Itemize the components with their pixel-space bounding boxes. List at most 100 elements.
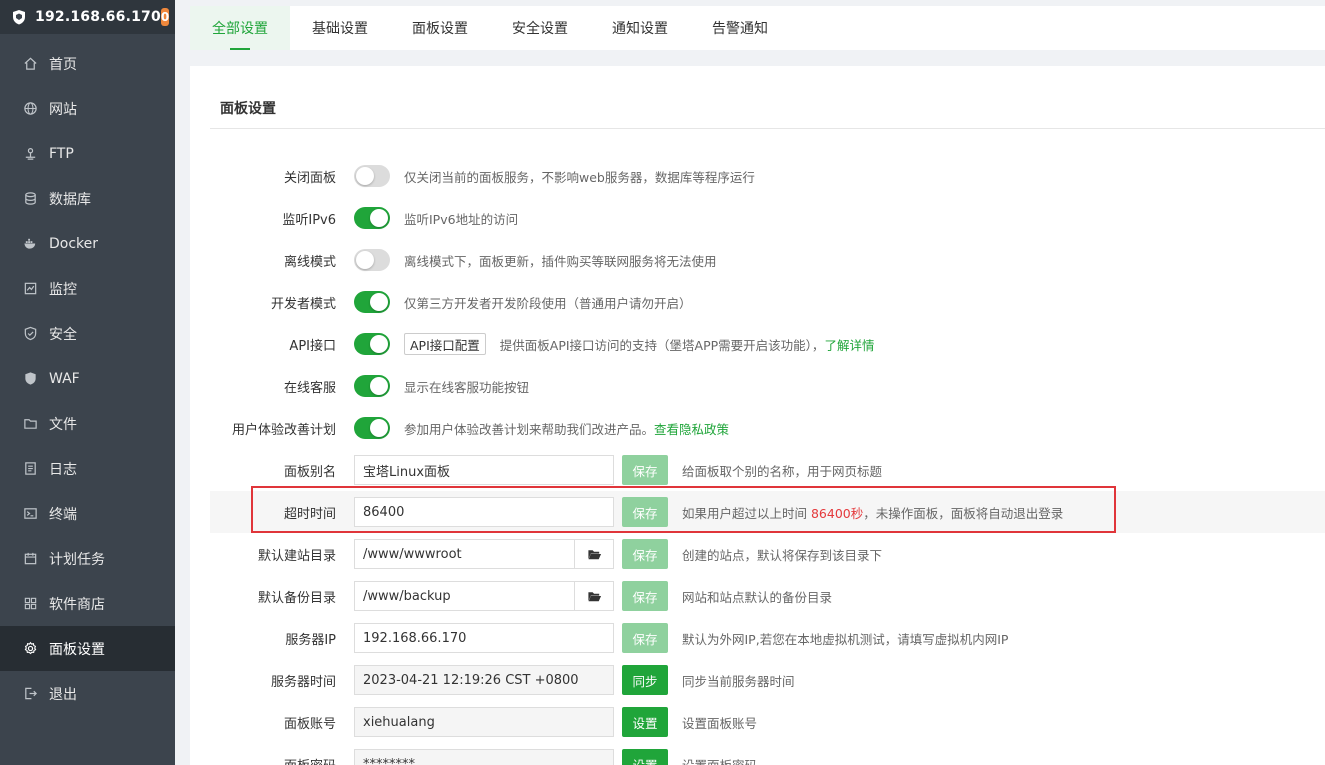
- setting-label: 在线客服: [283, 380, 336, 396]
- setting-label: API接口: [289, 338, 336, 354]
- panel-account-field: xiehualang: [354, 707, 614, 737]
- setting-description: 默认为外网IP,若您在本地虚拟机测试，请填写虚拟机内网IP: [682, 631, 1009, 647]
- sidebar-header: 192.168.66.170 0: [0, 0, 175, 34]
- sidebar-item-label: 首页: [49, 56, 77, 73]
- tab-panel-settings[interactable]: 面板设置: [390, 6, 490, 50]
- setting-row-password: 面板密码 ******** 设置 设置面板密码: [210, 743, 1325, 765]
- section-title: 面板设置: [220, 101, 276, 117]
- sync-time-button[interactable]: 同步: [622, 665, 668, 695]
- sidebar-item-home[interactable]: 首页: [0, 41, 175, 86]
- server-ip-title: 192.168.66.170: [35, 9, 161, 25]
- sidebar-item-panel-settings[interactable]: 面板设置: [0, 626, 175, 671]
- logout-icon: [22, 686, 38, 702]
- setting-description: 网站和站点默认的备份目录: [682, 589, 833, 605]
- apps-icon: [22, 596, 38, 612]
- set-password-button[interactable]: 设置: [622, 749, 668, 765]
- sidebar-item-label: 终端: [49, 506, 77, 523]
- sidebar-item-label: 面板设置: [49, 641, 105, 658]
- setting-row-ipv6: 监听IPv6 监听IPv6地址的访问: [210, 197, 1325, 239]
- save-alias-button[interactable]: 保存: [622, 455, 668, 485]
- sidebar-item-logout[interactable]: 退出: [0, 671, 175, 716]
- home-icon: [22, 56, 38, 72]
- sidebar-nav: 首页 网站 FTP 数据库 Docker 监控 安全 WAF 文件 日志 终端 …: [0, 41, 175, 716]
- setting-label: 开发者模式: [270, 296, 336, 312]
- log-icon: [22, 461, 38, 477]
- setting-label: 服务器时间: [270, 674, 336, 690]
- api-toggle[interactable]: [354, 333, 390, 355]
- database-icon: [22, 191, 38, 207]
- settings-panel: 面板设置 关闭面板 仅关闭当前的面板服务，不影响web服务器，数据库等程序运行 …: [190, 66, 1325, 765]
- tab-all-settings[interactable]: 全部设置: [190, 6, 290, 50]
- sidebar-item-monitor[interactable]: 监控: [0, 266, 175, 311]
- tab-notification-settings[interactable]: 通知设置: [590, 6, 690, 50]
- backup-dir-input[interactable]: /www/backup: [354, 581, 575, 611]
- panel-alias-input[interactable]: 宝塔Linux面板: [354, 455, 614, 485]
- api-config-button[interactable]: API接口配置: [404, 333, 486, 355]
- setting-description: 监听IPv6地址的访问: [404, 211, 519, 227]
- developer-mode-toggle[interactable]: [354, 291, 390, 313]
- setting-row-timeout: 超时时间 86400 保存 如果用户超过以上时间 86400秒，未操作面板，面板…: [210, 491, 1325, 533]
- save-timeout-button[interactable]: 保存: [622, 497, 668, 527]
- setting-row-ux-plan: 用户体验改善计划 参加用户体验改善计划来帮助我们改进产品。查看隐私政策: [210, 407, 1325, 449]
- notification-badge[interactable]: 0: [160, 8, 170, 26]
- shield-icon: [22, 326, 38, 342]
- setting-label: 关闭面板: [283, 170, 336, 186]
- save-site-dir-button[interactable]: 保存: [622, 539, 668, 569]
- ipv6-toggle[interactable]: [354, 207, 390, 229]
- offline-mode-toggle[interactable]: [354, 249, 390, 271]
- sidebar-item-label: Docker: [49, 235, 99, 252]
- sidebar-item-security[interactable]: 安全: [0, 311, 175, 356]
- learn-more-link[interactable]: 了解详情: [824, 338, 874, 353]
- sidebar-item-website[interactable]: 网站: [0, 86, 175, 131]
- site-dir-input[interactable]: /www/wwwroot: [354, 539, 575, 569]
- tab-basic-settings[interactable]: 基础设置: [290, 6, 390, 50]
- folder-open-icon[interactable]: [575, 539, 614, 569]
- setting-row-developer: 开发者模式 仅第三方开发者开发阶段使用（普通用户请勿开启）: [210, 281, 1325, 323]
- server-ip-input[interactable]: 192.168.66.170: [354, 623, 614, 653]
- setting-description: 显示在线客服功能按钮: [404, 379, 530, 395]
- setting-row-server-ip: 服务器IP 192.168.66.170 保存 默认为外网IP,若您在本地虚拟机…: [210, 617, 1325, 659]
- server-time-field: 2023-04-21 12:19:26 CST +0800: [354, 665, 614, 695]
- online-service-toggle[interactable]: [354, 375, 390, 397]
- terminal-icon: [22, 506, 38, 522]
- bt-logo-icon: [11, 9, 27, 25]
- setting-label: 面板账号: [283, 716, 336, 732]
- sidebar-item-waf[interactable]: WAF: [0, 356, 175, 401]
- section-divider: [210, 128, 1325, 129]
- panel-password-field: ********: [354, 749, 614, 765]
- timeout-input[interactable]: 86400: [354, 497, 614, 527]
- setting-description: 离线模式下，面板更新，插件购买等联网服务将无法使用: [404, 253, 717, 269]
- monitor-icon: [22, 281, 38, 297]
- ux-plan-toggle[interactable]: [354, 417, 390, 439]
- gear-icon: [22, 641, 38, 657]
- tab-alarm-notification[interactable]: 告警通知: [690, 6, 790, 50]
- setting-description: 设置面板账号: [682, 715, 758, 731]
- tab-security-settings[interactable]: 安全设置: [490, 6, 590, 50]
- folder-open-icon[interactable]: [575, 581, 614, 611]
- save-server-ip-button[interactable]: 保存: [622, 623, 668, 653]
- sidebar-item-label: 数据库: [49, 191, 91, 208]
- folder-icon: [22, 416, 38, 432]
- setting-label: 服务器IP: [285, 632, 336, 648]
- sidebar-item-files[interactable]: 文件: [0, 401, 175, 446]
- close-panel-toggle[interactable]: [354, 165, 390, 187]
- setting-label: 监听IPv6: [282, 212, 336, 228]
- setting-row-close-panel: 关闭面板 仅关闭当前的面板服务，不影响web服务器，数据库等程序运行: [210, 155, 1325, 197]
- save-backup-dir-button[interactable]: 保存: [622, 581, 668, 611]
- setting-description: 参加用户体验改善计划来帮助我们改进产品。查看隐私政策: [404, 421, 730, 437]
- setting-row-site-dir: 默认建站目录 /www/wwwroot 保存 创建的站点，默认将保存到该目录下: [210, 533, 1325, 575]
- set-account-button[interactable]: 设置: [622, 707, 668, 737]
- sidebar-item-docker[interactable]: Docker: [0, 221, 175, 266]
- sidebar-item-label: FTP: [49, 145, 74, 162]
- sidebar-item-terminal[interactable]: 终端: [0, 491, 175, 536]
- sidebar-item-label: 安全: [49, 326, 77, 343]
- setting-label: 面板密码: [210, 755, 336, 765]
- ftp-icon: [22, 146, 38, 162]
- sidebar-item-ftp[interactable]: FTP: [0, 131, 175, 176]
- sidebar-item-cron[interactable]: 计划任务: [0, 536, 175, 581]
- sidebar-item-app-store[interactable]: 软件商店: [0, 581, 175, 626]
- sidebar-item-logs[interactable]: 日志: [0, 446, 175, 491]
- privacy-policy-link[interactable]: 查看隐私政策: [654, 422, 729, 437]
- setting-row-alias: 面板别名 宝塔Linux面板 保存 给面板取个别的名称，用于网页标题: [210, 449, 1325, 491]
- sidebar-item-database[interactable]: 数据库: [0, 176, 175, 221]
